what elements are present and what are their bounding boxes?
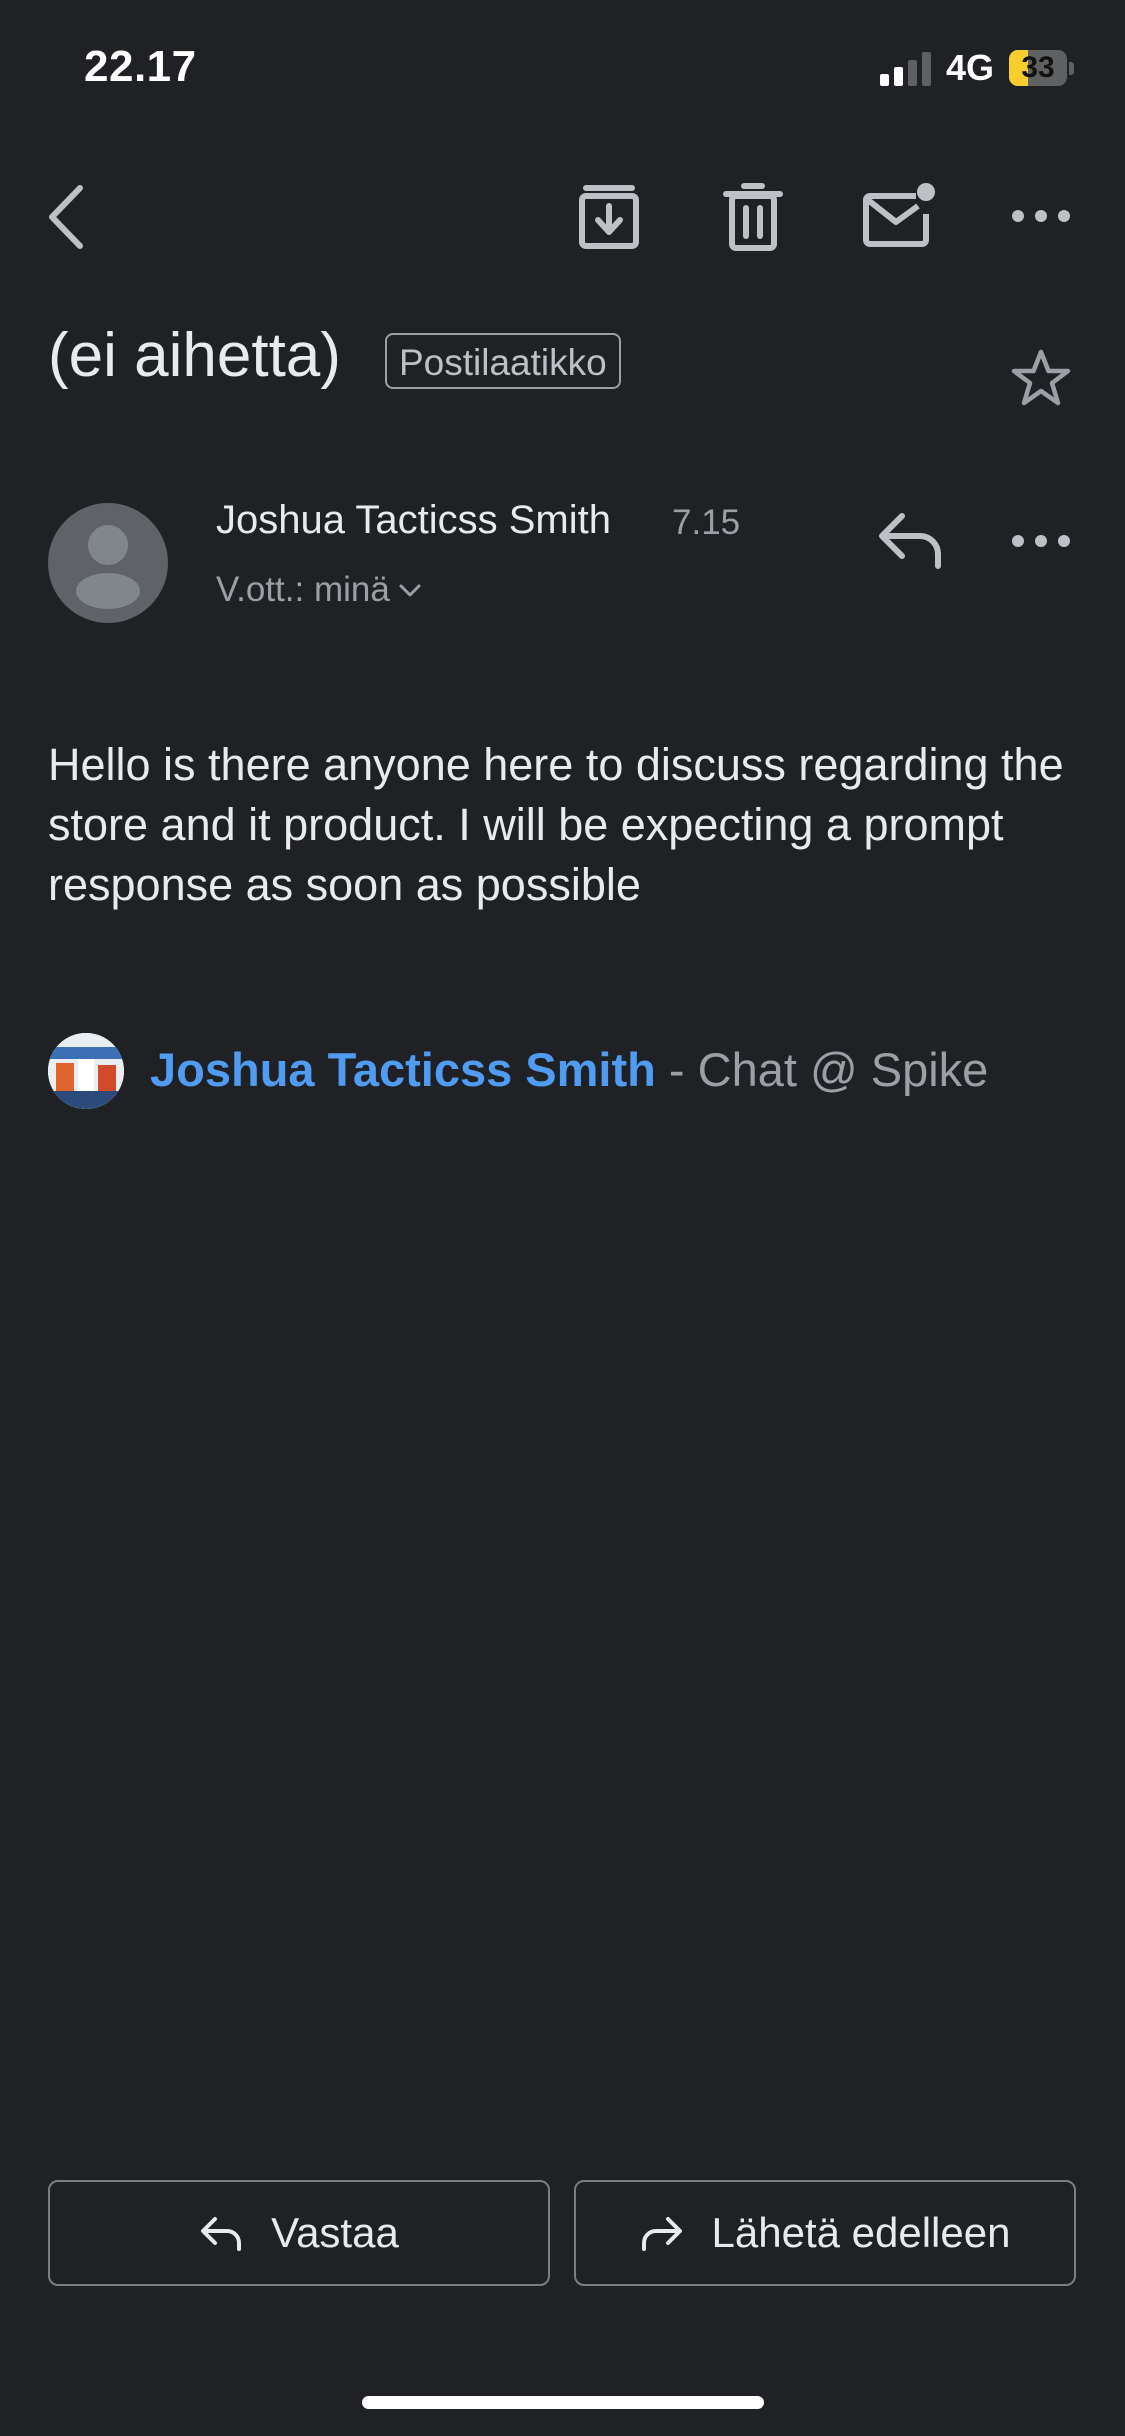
profile-photo-icon [48,1033,124,1109]
forward-icon [641,2217,682,2251]
back-button[interactable] [40,178,96,256]
email-body: Hello is there anyone here to discuss re… [48,739,1064,910]
chevron-left-icon [49,185,83,249]
mark-unread-button[interactable] [860,180,940,252]
cellular-signal-icon [880,52,931,86]
mailbox-label-chip[interactable]: Postilaatikko [385,333,621,389]
archive-button[interactable] [576,182,642,252]
more-horizontal-icon [1012,535,1070,547]
reply-icon [879,513,941,569]
archive-icon [579,185,639,249]
reply-button[interactable]: Vastaa [48,2180,550,2286]
signature-line: Joshua Tacticss Smith - Chat @ Spike [150,1042,988,1097]
more-horizontal-icon [1012,210,1070,222]
signature-link[interactable]: Joshua Tacticss Smith [150,1043,656,1096]
battery-percent: 33 [1021,51,1055,84]
sender-avatar [48,503,168,623]
recipient-details-toggle[interactable]: V.ott.: minä [216,570,422,610]
forward-label: Lähetä edelleen [711,2209,1011,2256]
star-icon [1011,349,1071,406]
person-icon [76,525,140,609]
network-type: 4G [946,47,995,88]
forward-button[interactable]: Lähetä edelleen [574,2180,1076,2286]
message-more-button[interactable] [1008,524,1074,558]
received-time: 7.15 [672,503,741,542]
reply-label: Vastaa [271,2209,399,2256]
reply-icon [201,2217,242,2251]
delete-button[interactable] [720,182,786,252]
star-button[interactable] [1008,346,1074,412]
signature-suffix: - Chat @ Spike [655,1043,989,1096]
home-indicator[interactable] [362,2396,764,2409]
signature-avatar [48,1033,124,1109]
recipient-label: V.ott.: minä [216,570,390,609]
mark-unread-icon [863,183,935,247]
status-time: 22.17 [84,42,197,91]
chevron-down-icon [399,584,421,597]
email-subject: (ei aihetta) [48,321,341,390]
battery-icon: 33 [1009,50,1075,86]
sender-name[interactable]: Joshua Tacticss Smith [216,498,611,543]
reply-icon-button[interactable] [876,508,946,572]
trash-icon [723,183,783,251]
more-options-button[interactable] [1008,196,1074,236]
